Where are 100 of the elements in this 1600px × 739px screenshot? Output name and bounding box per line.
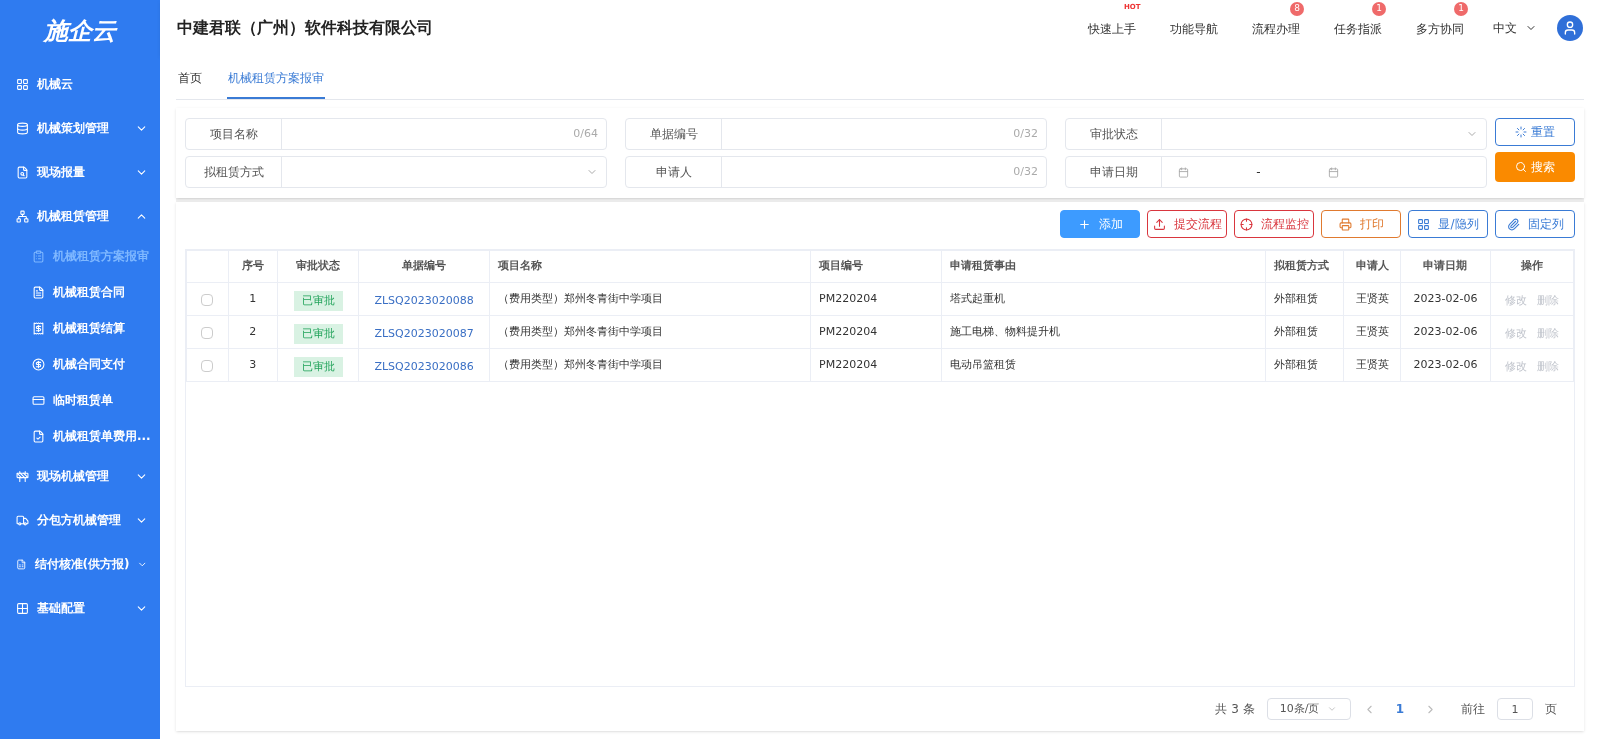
language-select[interactable]: 中文	[1493, 18, 1537, 37]
nav-link[interactable]: 流程办理	[1252, 21, 1300, 36]
table-cell: 王贤英	[1343, 282, 1401, 316]
column-header: 项目编号	[810, 250, 942, 283]
toolbar-button[interactable]: 添加	[1060, 210, 1140, 238]
search-button[interactable]: 搜索	[1495, 152, 1575, 182]
field-label: 项目名称	[186, 119, 282, 149]
char-counter: 0/32	[1013, 125, 1038, 142]
plus-icon	[1077, 217, 1091, 231]
search-icon	[1515, 161, 1527, 173]
sidebar-item[interactable]: 基础配置	[0, 586, 160, 630]
upload-icon	[1152, 217, 1166, 231]
sidebar-subitem[interactable]: 机械租赁单费用...	[0, 418, 160, 454]
field-label: 单据编号	[626, 119, 722, 149]
status-tag: 已审批	[293, 290, 343, 312]
page-input[interactable]: 1	[1497, 698, 1533, 720]
filter-field[interactable]: 审批状态	[1065, 118, 1487, 150]
chevron-down-icon	[1327, 704, 1338, 714]
status-tag: 已审批	[293, 356, 343, 378]
table-cell: 电动吊篮租赁	[941, 348, 1266, 382]
column-header: 单据编号	[358, 250, 490, 283]
filter-field[interactable]: 申请日期 -	[1065, 156, 1487, 188]
char-counter: 0/32	[1013, 163, 1038, 180]
table-cell: 1	[228, 282, 278, 316]
field-label: 申请人	[626, 157, 722, 187]
sidebar-subitem[interactable]: 机械合同支付	[0, 346, 160, 382]
table-cell: （费用类型）郑州冬青街中学项目	[489, 282, 811, 316]
field-label: 审批状态	[1066, 119, 1162, 149]
filter-field[interactable]: 拟租赁方式	[185, 156, 607, 188]
table-cell: PM220204	[810, 348, 942, 382]
sidebar-subitem[interactable]: 临时租赁单	[0, 382, 160, 418]
toolbar-button[interactable]: 打印	[1321, 210, 1401, 238]
count-badge: 8	[1290, 1, 1304, 16]
column-header: 申请人	[1343, 250, 1401, 283]
char-counter: 0/64	[573, 125, 598, 142]
table-cell: 2023-02-06	[1400, 348, 1491, 382]
column-header: 申请日期	[1400, 250, 1491, 283]
column-header: 操作	[1490, 250, 1574, 283]
calendar-icon	[1178, 166, 1189, 178]
sidebar-subitem[interactable]: 机械租赁结算	[0, 310, 160, 346]
table-cell: 王贤英	[1343, 348, 1401, 382]
toolbar-button[interactable]: 固定列	[1495, 210, 1575, 238]
toolbar-button[interactable]: 显/隐列	[1408, 210, 1488, 238]
company-name: 中建君联（广州）软件科技有限公司	[177, 16, 434, 39]
count-badge: 1	[1454, 1, 1468, 16]
table-cell: 外部租赁	[1265, 348, 1344, 382]
table-cell: 外部租赁	[1265, 315, 1344, 349]
row-checkbox[interactable]	[201, 293, 214, 306]
tab[interactable]: 首页	[177, 69, 203, 99]
count-badge: 1	[1372, 1, 1386, 16]
page-number[interactable]: 1	[1387, 700, 1412, 718]
table-cell: 2023-02-06	[1400, 282, 1491, 316]
table-cell: 2	[228, 315, 278, 349]
tab[interactable]: 机械租赁方案报审	[227, 69, 325, 99]
sidebar-item[interactable]: 机械策划管理	[0, 106, 160, 150]
filter-field[interactable]: 申请人 0/32	[625, 156, 1047, 188]
row-checkbox[interactable]	[201, 359, 214, 372]
page-size-select[interactable]: 10条/页	[1266, 698, 1351, 720]
reset-button[interactable]: 重置	[1495, 118, 1575, 146]
column-header: 序号	[228, 250, 278, 283]
crosshair-icon	[1239, 217, 1253, 231]
nav-link[interactable]: 功能导航	[1170, 21, 1218, 36]
goto-label: 前往	[1461, 701, 1485, 718]
status-tag: 已审批	[293, 323, 343, 345]
page-suffix: 页	[1545, 701, 1557, 718]
column-header: 审批状态	[277, 250, 359, 283]
column-header: 申请租赁事由	[941, 250, 1266, 283]
table-cell: 2023-02-06	[1400, 315, 1491, 349]
toolbar-button[interactable]: 提交流程	[1147, 210, 1227, 238]
logo: 施企云	[44, 16, 116, 47]
total-count: 共 3 条	[1215, 701, 1255, 718]
nav-link[interactable]: 快速上手	[1088, 21, 1136, 36]
filter-field[interactable]: 单据编号 0/32	[625, 118, 1047, 150]
calendar-icon	[1328, 166, 1339, 178]
spinner-icon	[1515, 126, 1527, 138]
sidebar-item[interactable]: 机械云	[0, 62, 160, 106]
filter-field[interactable]: 项目名称 0/64	[185, 118, 607, 150]
sidebar-item[interactable]: 结付核准(供方报)	[0, 542, 160, 586]
toolbar-button[interactable]: 流程监控	[1234, 210, 1314, 238]
sidebar-item[interactable]: 分包方机械管理	[0, 498, 160, 542]
field-label: 拟租赁方式	[186, 157, 282, 187]
table-cell: 施工电梯、物料提升机	[941, 315, 1266, 349]
sidebar-subitem[interactable]: 机械租赁合同	[0, 274, 160, 310]
printer-icon	[1338, 217, 1352, 231]
date-separator: -	[1255, 164, 1262, 181]
sidebar-item[interactable]: 现场报量	[0, 150, 160, 194]
table-cell: PM220204	[810, 315, 942, 349]
nav-link[interactable]: 任务指派	[1334, 21, 1382, 36]
table-cell: （费用类型）郑州冬青街中学项目	[489, 348, 811, 382]
sidebar-item[interactable]: 机械租赁管理	[0, 194, 160, 238]
grid-icon	[1417, 217, 1431, 231]
table-cell: （费用类型）郑州冬青街中学项目	[489, 315, 811, 349]
avatar[interactable]	[1557, 14, 1583, 41]
sidebar-item[interactable]: 现场机械管理	[0, 454, 160, 498]
row-checkbox[interactable]	[201, 326, 214, 339]
table-cell: 王贤英	[1343, 315, 1401, 349]
column-header: 拟租赁方式	[1265, 250, 1344, 283]
table-cell: 外部租赁	[1265, 282, 1344, 316]
table-cell: PM220204	[810, 282, 942, 316]
nav-link[interactable]: 多方协同	[1416, 21, 1464, 36]
